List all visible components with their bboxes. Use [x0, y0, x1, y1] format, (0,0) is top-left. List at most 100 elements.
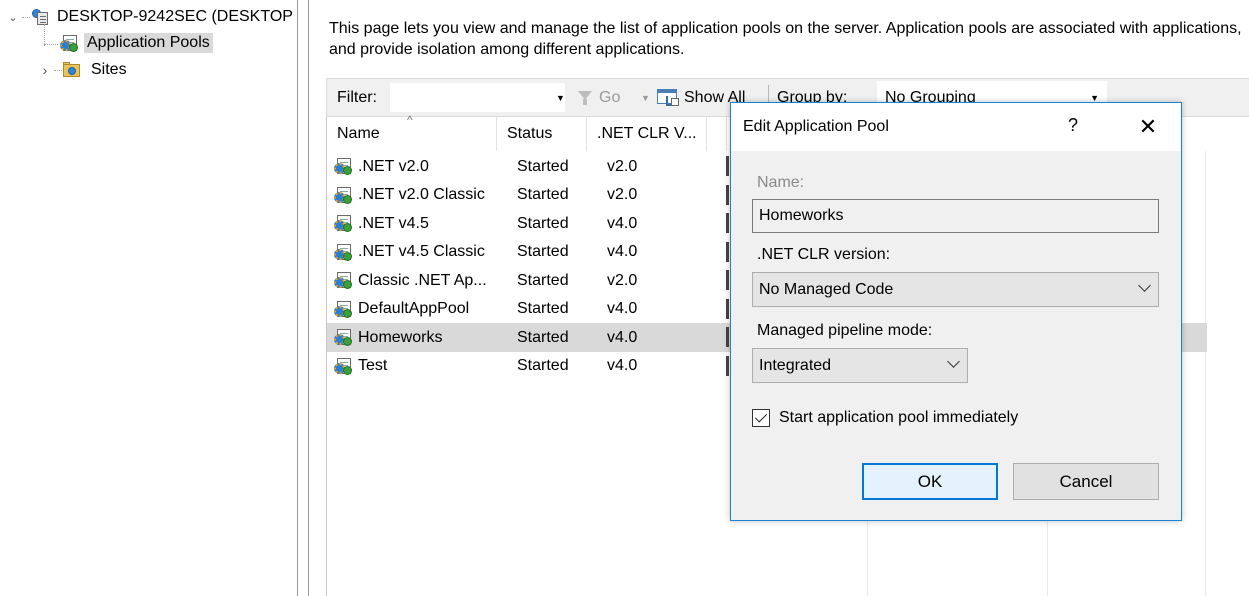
name-field[interactable]: Homeworks: [752, 199, 1159, 233]
dropdown-arrow-icon: ▼: [1090, 92, 1099, 103]
cell-pipeline-truncated: [726, 241, 729, 262]
filter-dropdown-button[interactable]: ▼: [556, 79, 565, 116]
tree-item-application-pools[interactable]: Application Pools: [60, 31, 213, 55]
cell-name-text: Homeworks: [358, 328, 443, 346]
chevron-down-icon: [947, 355, 960, 368]
dialog-titlebar[interactable]: Edit Application Pool ? ✕: [731, 103, 1181, 151]
column-header-pipeline[interactable]: [707, 117, 727, 151]
cell-name: Classic .NET Ap...: [334, 266, 499, 295]
cell-status: Started: [517, 271, 569, 289]
go-dropdown-button[interactable]: ▼: [641, 79, 650, 116]
cell-status: Started: [517, 214, 569, 232]
cell-name-text: .NET v2.0 Classic: [358, 186, 485, 203]
server-icon: [32, 9, 50, 25]
cell-status: Started: [517, 300, 569, 317]
pipeline-mode-value: Integrated: [759, 356, 832, 374]
cell-name: .NET v4.5: [334, 209, 499, 238]
pane-splitter[interactable]: [297, 0, 309, 596]
cell-clr-version: v4.0: [607, 357, 638, 374]
cell-name: Homeworks: [334, 323, 499, 352]
cell-name: Test: [334, 352, 499, 381]
show-all-icon: [657, 88, 681, 108]
dropdown-arrow-icon: ▼: [556, 92, 565, 103]
sites-folder-icon: [62, 62, 82, 78]
cell-name: .NET v4.5 Classic: [334, 238, 499, 267]
sort-ascending-icon: ^: [407, 113, 413, 127]
help-icon[interactable]: ?: [1068, 115, 1078, 136]
application-pool-icon: [334, 157, 354, 176]
close-icon[interactable]: ✕: [1131, 111, 1165, 143]
cell-pipeline-truncated: [726, 213, 729, 233]
cancel-button[interactable]: Cancel: [1013, 463, 1159, 500]
cell-status: Started: [517, 357, 569, 374]
pipeline-mode-select[interactable]: Integrated: [752, 348, 968, 383]
name-field-value: Homeworks: [759, 207, 844, 224]
start-immediately-checkbox-row[interactable]: Start application pool immediately: [752, 409, 1018, 427]
cell-pipeline-truncated: [726, 327, 729, 347]
cell-pipeline-truncated: [726, 184, 729, 205]
cell-status: Started: [517, 243, 569, 260]
tree-item-server[interactable]: ⌄ DESKTOP-9242SEC (DESKTOP: [6, 5, 296, 29]
application-pool-icon: [334, 300, 354, 319]
column-header-name[interactable]: Name ^: [327, 113, 497, 151]
cell-name-text: .NET v2.0: [358, 157, 429, 175]
connections-tree: ⌄ DESKTOP-9242SEC (DESKTOP Application P…: [0, 0, 297, 596]
cell-clr-version: v2.0: [607, 157, 638, 175]
cell-name: .NET v2.0 Classic: [334, 181, 499, 210]
start-immediately-checkbox[interactable]: [752, 409, 770, 427]
cell-name: .NET v2.0: [334, 152, 499, 181]
tree-connector: [44, 44, 58, 45]
column-header-status-label: Status: [507, 125, 553, 142]
cell-clr-version: v4.0: [607, 243, 638, 260]
cell-name-text: Classic .NET Ap...: [358, 271, 487, 289]
pipeline-mode-label: Managed pipeline mode:: [757, 322, 933, 339]
chevron-down-icon: [1138, 279, 1151, 292]
column-header-status[interactable]: Status: [497, 117, 587, 151]
application-pool-icon: [334, 186, 354, 205]
cell-name: DefaultAppPool: [334, 295, 499, 324]
tree-item-sites-label: Sites: [91, 61, 127, 78]
cell-name-text: DefaultAppPool: [358, 300, 470, 317]
filter-input[interactable]: [390, 83, 565, 112]
application-pool-icon: [334, 271, 354, 290]
go-button[interactable]: Go: [578, 79, 620, 116]
name-label: Name:: [757, 174, 805, 191]
clr-version-label: .NET CLR version:: [757, 246, 891, 263]
chevron-right-icon[interactable]: ›: [38, 62, 52, 78]
application-pool-icon: [334, 357, 354, 376]
cell-clr-version: v2.0: [607, 186, 638, 203]
cell-status: Started: [517, 328, 569, 346]
tree-connector: [44, 24, 45, 46]
column-header-clr-version[interactable]: .NET CLR V...: [587, 117, 707, 151]
cell-clr-version: v2.0: [607, 271, 638, 289]
tree-item-sites[interactable]: › Sites: [38, 58, 130, 82]
application-pool-icon: [334, 243, 354, 262]
chevron-down-icon[interactable]: ⌄: [6, 10, 20, 24]
tree-connector: [22, 16, 30, 18]
column-header-clr-version-label: .NET CLR V...: [597, 125, 697, 142]
dropdown-arrow-icon: ▼: [641, 92, 650, 103]
start-immediately-label: Start application pool immediately: [779, 409, 1019, 426]
dialog-title: Edit Application Pool: [743, 118, 889, 135]
clr-version-select[interactable]: No Managed Code: [752, 272, 1159, 307]
cell-name-text: .NET v4.5 Classic: [358, 243, 485, 260]
cell-pipeline-truncated: [726, 298, 729, 319]
cell-clr-version: v4.0: [607, 214, 638, 232]
application-pool-icon: [334, 328, 354, 347]
go-label: Go: [599, 88, 621, 106]
edit-application-pool-dialog: Edit Application Pool ? ✕ Name: Homework…: [730, 102, 1182, 521]
cell-pipeline-truncated: [726, 355, 729, 376]
cell-name-text: Test: [358, 357, 388, 374]
cell-clr-version: v4.0: [607, 300, 638, 317]
cell-name-text: .NET v4.5: [358, 214, 429, 232]
cell-status: Started: [517, 157, 569, 175]
cell-pipeline-truncated: [726, 270, 729, 290]
tree-connector: [54, 69, 62, 71]
filter-label: Filter:: [337, 88, 377, 106]
tree-item-application-pools-label: Application Pools: [84, 33, 213, 53]
application-pools-icon: [60, 34, 80, 53]
cell-status: Started: [517, 186, 569, 203]
ok-button[interactable]: OK: [862, 463, 998, 500]
clr-version-value: No Managed Code: [759, 280, 894, 298]
cell-clr-version: v4.0: [607, 328, 638, 346]
